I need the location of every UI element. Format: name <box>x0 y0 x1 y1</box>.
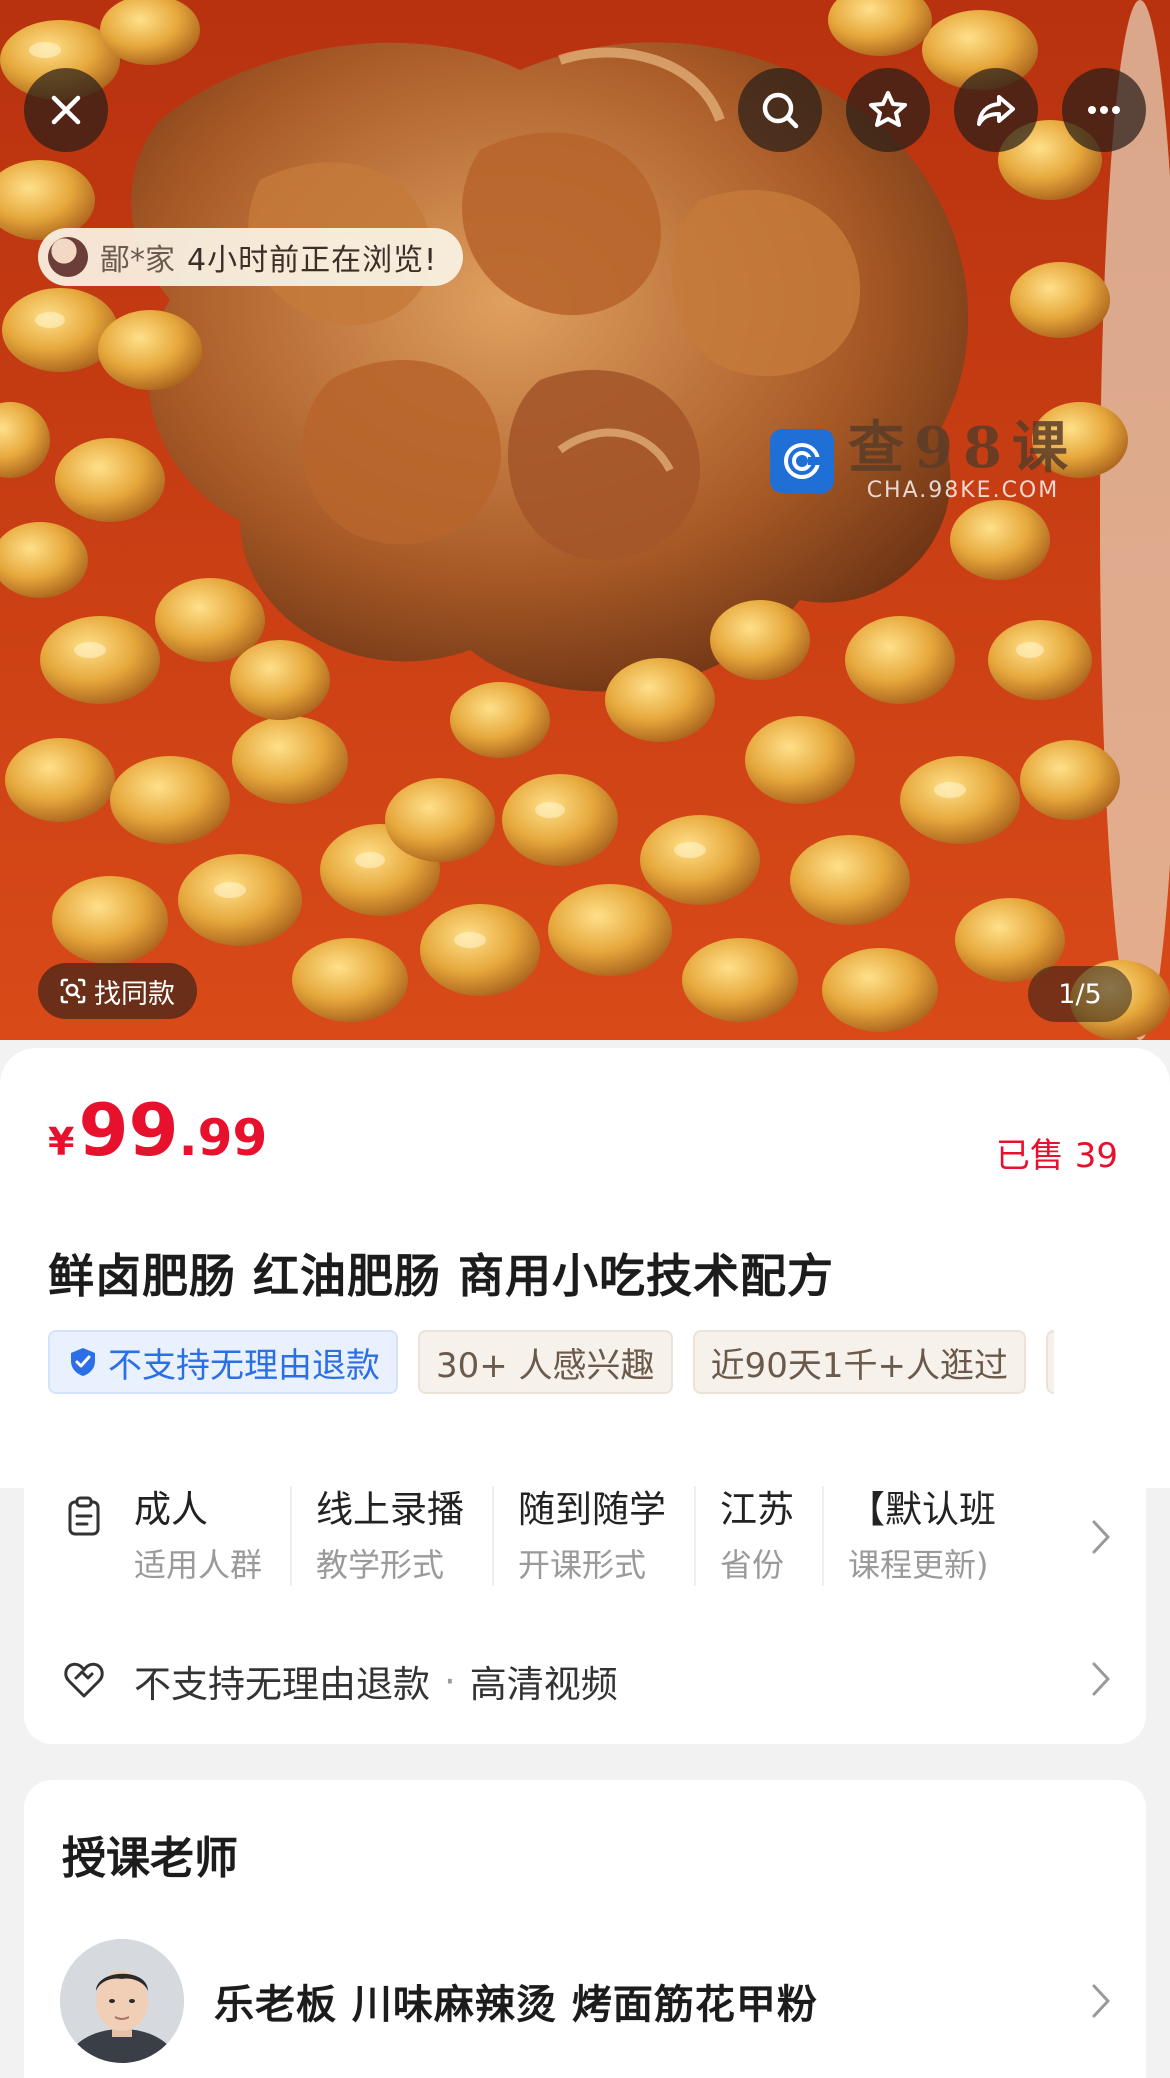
search-button[interactable] <box>738 68 822 152</box>
attribute-value: 江苏 <box>720 1488 795 1531</box>
attribute-key: 适用人群 <box>134 1546 263 1584</box>
more-icon <box>1088 106 1120 114</box>
teacher-row[interactable]: 乐老板 川味麻辣烫 烤面筋花甲粉 <box>60 1936 1120 2066</box>
attribute-value: 线上录播 <box>316 1488 465 1531</box>
attribute-key: 开课形式 <box>518 1546 647 1584</box>
services-chevron-right-icon[interactable] <box>1090 1660 1112 1698</box>
attribute-value: 随到随学 <box>518 1488 667 1531</box>
product-image-gallery[interactable]: 鄙*家 4小时前正在浏览! 查98课 CHA.98KE.COM 找同款 1/5 <box>0 0 1170 1040</box>
teacher-avatar[interactable] <box>60 1939 184 2063</box>
close-icon <box>51 95 81 125</box>
teacher-name: 乐老板 川味麻辣烫 烤面筋花甲粉 <box>214 1982 818 2028</box>
product-photo[interactable] <box>0 0 1170 1040</box>
attribute-class-format: 随到随学 开课形式 <box>518 1486 697 1586</box>
heart-service-icon <box>64 1662 104 1698</box>
attribute-fade <box>984 1486 1084 1596</box>
viewer-name: 鄙*家 <box>100 243 175 278</box>
star-icon <box>869 91 907 127</box>
find-similar-label: 找同款 <box>94 978 175 1010</box>
close-button[interactable] <box>24 68 108 152</box>
more-tags-edge <box>1045 1330 1054 1394</box>
recent-viewer-notice: 鄙*家 4小时前正在浏览! <box>38 228 464 286</box>
image-page-indicator: 1/5 <box>1028 966 1132 1022</box>
watermark-cn: 查98课 <box>848 415 1078 481</box>
product-tags: 不支持无理由退款 30+ 人感兴趣 近90天1千+人逛过 <box>48 1330 1054 1394</box>
attributes-chevron-right-icon[interactable] <box>1090 1518 1112 1556</box>
service-quality-label: 高清视频 <box>469 1663 618 1706</box>
favorite-button[interactable] <box>846 68 930 152</box>
viewer-status: 4小时前正在浏览! <box>187 243 438 278</box>
attribute-value: 【默认班 <box>848 1488 997 1531</box>
share-icon <box>977 95 1015 126</box>
visit-count-label: 近90天1千+人逛过 <box>710 1345 1008 1386</box>
price-decimal: .99 <box>178 1109 268 1167</box>
share-button[interactable] <box>954 68 1038 152</box>
product-title: 鲜卤肥肠 红油肥肠 商用小吃技术配方 <box>48 1249 835 1303</box>
course-attributes-card[interactable]: 成人 适用人群 线上录播 教学形式 随到随学 开课形式 江苏 省份 【默认班 课… <box>24 1446 1146 1744</box>
shield-check-icon <box>71 1348 95 1376</box>
search-icon <box>762 92 799 129</box>
price-integer: 99 <box>78 1088 179 1172</box>
watermark-en: CHA.98KE.COM <box>866 478 1060 503</box>
attribute-list[interactable]: 成人 适用人群 线上录播 教学形式 随到随学 开课形式 江苏 省份 【默认班 课… <box>134 1486 1084 1596</box>
interest-count-label: 30+ 人感兴趣 <box>436 1345 655 1386</box>
sold-count: 已售 39 <box>995 1136 1118 1176</box>
clipboard-icon <box>68 1496 100 1536</box>
teacher-card: 授课老师 乐老板 川味麻辣烫 烤面筋花甲粉 <box>24 1780 1146 2078</box>
section-title: 授课老师 <box>62 1833 238 1884</box>
service-refund-label: 不支持无理由退款 <box>134 1663 430 1706</box>
price: ¥ 99 .99 <box>48 1094 267 1167</box>
attribute-audience: 成人 适用人群 <box>134 1486 293 1586</box>
interest-count-tag: 30+ 人感兴趣 <box>418 1330 673 1394</box>
refund-policy-tag[interactable]: 不支持无理由退款 <box>48 1330 398 1394</box>
scan-icon <box>60 978 86 1004</box>
attribute-value: 成人 <box>134 1488 208 1531</box>
visit-count-tag: 近90天1千+人逛过 <box>692 1330 1026 1394</box>
attribute-province: 江苏 省份 <box>720 1486 825 1586</box>
refund-policy-label: 不支持无理由退款 <box>108 1345 380 1386</box>
currency-symbol: ¥ <box>48 1120 75 1164</box>
viewer-avatar <box>48 237 88 277</box>
attribute-key: 课程更新) <box>848 1546 989 1584</box>
more-button[interactable] <box>1062 68 1146 152</box>
service-guarantees[interactable]: 不支持无理由退款 · 高清视频 <box>134 1654 618 1708</box>
attribute-key: 教学形式 <box>316 1546 445 1584</box>
watermark: 查98课 CHA.98KE.COM <box>770 418 1078 503</box>
attribute-key: 省份 <box>720 1546 785 1584</box>
teacher-chevron-right-icon[interactable] <box>1090 1982 1112 2020</box>
service-separator: · <box>444 1659 456 1703</box>
watermark-logo-icon <box>770 428 834 493</box>
attribute-teaching-format: 线上录播 教学形式 <box>316 1486 495 1586</box>
find-similar-button[interactable]: 找同款 <box>38 963 197 1019</box>
